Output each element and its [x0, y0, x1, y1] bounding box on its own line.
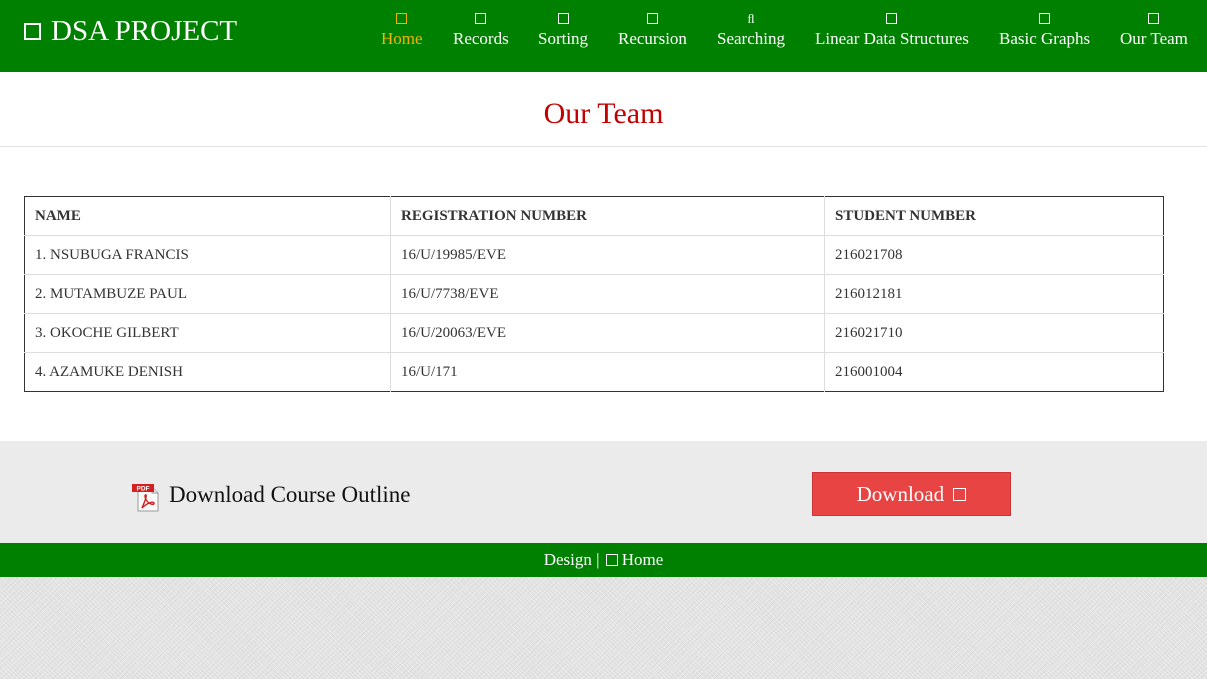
cell-name: 1. NSUBUGA FRANCIS [24, 235, 391, 275]
square-glyph-icon [396, 12, 408, 24]
cell-registration-number: 16/U/20063/EVE [390, 313, 825, 353]
nav-item-label: Records [453, 29, 509, 48]
nav-item-label: Linear Data Structures [815, 29, 969, 48]
cell-name: 3. OKOCHE GILBERT [24, 313, 391, 353]
square-glyph-icon [886, 12, 898, 24]
cell-registration-number: 16/U/7738/EVE [390, 274, 825, 314]
pdf-badge: PDF [137, 486, 150, 493]
nav-item-our-team[interactable]: Our Team [1120, 8, 1188, 58]
square-glyph-icon [24, 22, 41, 40]
square-glyph-icon [1039, 12, 1051, 24]
page-title: Our Team [543, 97, 664, 130]
download-button-label: Download [856, 482, 945, 506]
download-button[interactable]: Download [812, 472, 1011, 516]
team-table: NAME REGISTRATION NUMBER STUDENT NUMBER … [24, 196, 1164, 392]
square-glyph-icon [475, 12, 487, 24]
footer-home-link[interactable]: Home [604, 550, 664, 569]
cell-student-number: 216001004 [835, 363, 903, 380]
square-glyph-icon [1148, 12, 1160, 24]
nav-item-label: Sorting [538, 29, 589, 48]
cell-registration-number: 16/U/171 [390, 352, 825, 392]
nav-item-linear-data-structures[interactable]: Linear Data Structures [815, 8, 969, 58]
cell-student-number: 216021708 [824, 235, 1164, 275]
column-header-student-number: STUDENT NUMBER [824, 196, 1164, 236]
square-glyph-icon [605, 553, 618, 566]
square-glyph-icon [557, 12, 569, 24]
nav-item-sorting[interactable]: Sorting [538, 8, 588, 58]
cell-student-number: 216012181 [824, 274, 1164, 314]
nav-item-home[interactable]: Home [381, 8, 423, 58]
brand-title: DSA PROJECT [51, 15, 238, 47]
fl-ligature-icon: ﬂ [747, 10, 755, 26]
table-row: 1. NSUBUGA FRANCIS 16/U/19985/EVE 216021… [24, 235, 1164, 275]
nav-item-label: Our Team [1120, 29, 1188, 48]
nav-item-records[interactable]: Records [453, 8, 509, 58]
footer: Design | Home [0, 543, 1207, 577]
cell-name: 4. AZAMUKE DENISH [24, 352, 391, 392]
nav-item-label: Basic Graphs [999, 29, 1091, 48]
cell-registration-number: 16/U/19985/EVE [390, 235, 825, 275]
table-row: 3. OKOCHE GILBERT 16/U/20063/EVE 2160217… [24, 313, 1164, 353]
table-header-row: NAME REGISTRATION NUMBER STUDENT NUMBER [24, 196, 1164, 236]
footer-home-label: Home [621, 550, 664, 569]
table-row: 4. AZAMUKE DENISH 16/U/171 216001004 [24, 352, 1164, 392]
nav-item-label: Searching [717, 29, 785, 48]
pdf-file-icon: PDF [132, 484, 159, 512]
column-header-name: NAME [24, 196, 391, 236]
square-glyph-icon [953, 488, 967, 502]
nav-item-label: Recursion [618, 29, 687, 48]
nav-item-searching[interactable]: ﬂ Searching [717, 8, 785, 58]
navbar: DSA PROJECT Home Records Sorting Recursi… [0, 0, 1207, 72]
nav-item-recursion[interactable]: Recursion [618, 8, 687, 58]
title-band: Our Team [0, 72, 1207, 147]
brand-logo[interactable]: DSA PROJECT [24, 14, 237, 48]
cell-name: 2. MUTAMBUZE PAUL [24, 274, 391, 314]
table-row: 2. MUTAMBUZE PAUL 16/U/7738/EVE 21601218… [24, 274, 1164, 314]
footer-design-label: Design | [543, 550, 600, 569]
cell-student-number: 216021710 [824, 313, 1164, 353]
nav-item-label: Home [381, 29, 423, 48]
download-section: PDF Download Course Outline Download [0, 441, 1207, 543]
nav-item-basic-graphs[interactable]: Basic Graphs [999, 8, 1090, 58]
content-area: NAME REGISTRATION NUMBER STUDENT NUMBER … [0, 147, 1207, 441]
download-course-outline-text: Download Course Outline [169, 482, 411, 507]
square-glyph-icon [646, 12, 658, 24]
column-header-registration-number: REGISTRATION NUMBER [390, 196, 825, 236]
